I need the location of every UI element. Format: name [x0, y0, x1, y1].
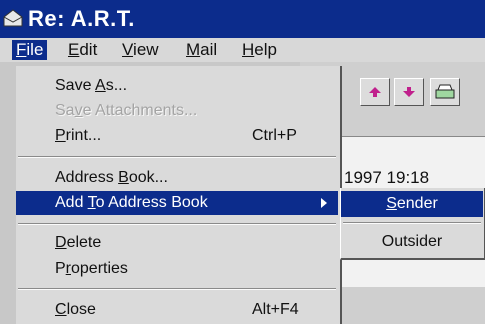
menu-file-accel: F [16, 40, 27, 59]
window-title: Re: A.R.T. [28, 6, 135, 31]
menu-item-save-as[interactable]: Save As... [16, 74, 338, 98]
message-date: 1997 19:18 [344, 168, 430, 187]
next-message-button[interactable] [394, 78, 424, 106]
menu-view[interactable]: View [118, 40, 163, 60]
menu-help[interactable]: Help [238, 40, 281, 60]
save-attachments-label: Save Attachments... [55, 102, 198, 119]
close-shortcut: Alt+F4 [252, 301, 299, 318]
save-as-label: Save As... [55, 77, 128, 94]
delete-label: Delete [55, 234, 102, 251]
menu-mail[interactable]: Mail [182, 40, 221, 60]
menu-view-accel: V [122, 40, 134, 59]
menu-item-close[interactable]: Close Alt+F4 [16, 298, 338, 322]
menu-edit-rest: dit [79, 40, 98, 59]
file-menu-dropdown: Save As... Save Attachments... Print... … [16, 66, 342, 324]
submenu-item-outsider[interactable]: Outsider [341, 229, 483, 255]
menu-separator [18, 288, 336, 290]
print-toolbar-button[interactable] [430, 78, 460, 106]
menu-item-properties[interactable]: Properties [16, 257, 338, 281]
mail-envelope-icon [3, 9, 23, 27]
menu-bar: File Edit View Mail Help [0, 38, 485, 62]
menu-item-add-to-address-book[interactable]: Add To Address Book [16, 191, 338, 215]
add-to-address-book-label: Add To Address Book [55, 194, 208, 211]
menu-help-rest: elp [254, 40, 277, 59]
address-book-label: Address Book... [55, 169, 168, 186]
menu-help-accel: H [242, 40, 255, 59]
menu-separator [18, 156, 336, 158]
menu-edit-accel: E [68, 40, 80, 59]
menu-item-save-attachments[interactable]: Save Attachments... [16, 99, 338, 123]
menu-mail-rest: ail [200, 40, 218, 59]
menu-item-address-book[interactable]: Address Book... [16, 166, 338, 190]
add-to-address-book-submenu: Sender Outsider [340, 188, 485, 260]
menu-view-rest: iew [133, 40, 159, 59]
submenu-item-sender[interactable]: Sender [341, 191, 483, 217]
print-shortcut: Ctrl+P [252, 127, 297, 144]
previous-message-button[interactable] [360, 78, 390, 106]
arrow-up-icon [369, 87, 381, 97]
menu-separator [18, 223, 336, 225]
close-label: Close [55, 301, 96, 318]
submenu-arrow-icon [321, 198, 327, 208]
print-label: Print... [55, 127, 102, 144]
submenu-separator [343, 222, 481, 224]
menu-file[interactable]: File [12, 40, 48, 60]
menu-item-delete[interactable]: Delete [16, 231, 338, 255]
printer-icon [435, 84, 455, 99]
menu-item-print[interactable]: Print... Ctrl+P [16, 124, 338, 148]
arrow-down-icon [403, 87, 415, 97]
title-bar[interactable]: Re: A.R.T. [0, 0, 485, 38]
menu-edit[interactable]: Edit [64, 40, 101, 60]
menu-mail-accel: M [186, 40, 201, 59]
properties-label: Properties [55, 260, 128, 277]
menu-file-rest: ile [26, 40, 44, 59]
